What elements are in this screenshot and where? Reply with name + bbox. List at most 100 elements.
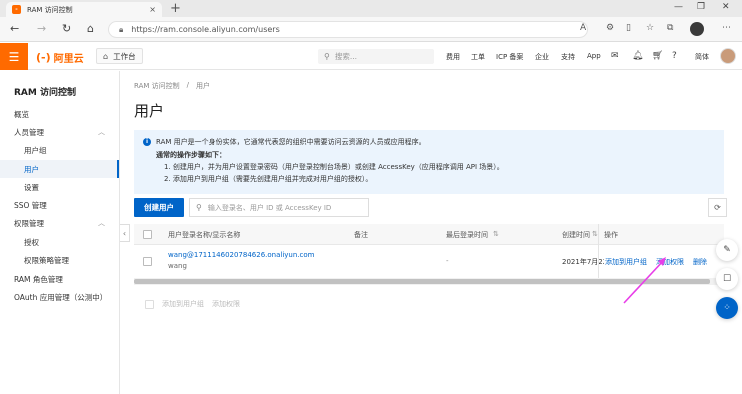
help-icon[interactable]: ? (672, 51, 677, 61)
fixed-column-divider (598, 224, 599, 279)
last-login-value: - (446, 257, 449, 265)
browser-profile-avatar[interactable] (690, 22, 704, 36)
page-title: 用户 (134, 102, 165, 120)
select-all-checkbox[interactable] (143, 230, 152, 239)
row-checkbox[interactable] (143, 257, 152, 266)
add-permission-link[interactable]: 添加权限 (656, 257, 684, 267)
home-icon[interactable]: ⌂ (87, 22, 94, 35)
lock-icon[interactable]: 🔒︎ (119, 25, 123, 35)
user-avatar[interactable] (720, 48, 736, 64)
sidebar: RAM 访问控制 概览 人员管理 ︿ 用户组 用户 设置 SSO 管理 权限管理 ︿… (0, 71, 120, 394)
sidebar-item-groups[interactable]: 用户组 (0, 141, 119, 159)
nav-icp[interactable]: ICP 备案 (496, 52, 523, 62)
logo-mark: (-) (36, 51, 51, 64)
nav-support[interactable]: 支持 (561, 52, 575, 62)
url-text: https://ram.console.aliyun.com/users (131, 25, 280, 34)
back-icon[interactable]: ← (10, 22, 19, 35)
browser-tab[interactable]: - RAM 访问控制 × (6, 2, 162, 17)
breadcrumb-ram[interactable]: RAM 访问控制 (134, 81, 180, 91)
batch-add-to-group[interactable]: 添加到用户组 (162, 299, 204, 309)
close-tab-icon[interactable]: × (149, 5, 156, 14)
aliyun-favicon-icon: - (12, 5, 21, 14)
aliyun-logo[interactable]: (-) 阿里云 (36, 50, 84, 65)
add-to-group-link[interactable]: 添加到用户组 (604, 257, 647, 267)
menu-icon[interactable]: ☰ (0, 43, 28, 70)
nav-fees[interactable]: 费用 (446, 52, 460, 62)
horizontal-scrollbar[interactable] (134, 278, 724, 285)
cart-icon[interactable]: 🛒︎ (652, 51, 663, 61)
chat-icon[interactable]: ☐ (716, 268, 738, 290)
notice-step-1: 1. 创建用户，并为用户设置登录密码（用户登录控制台场景）或创建 AccessK… (164, 163, 504, 171)
chevron-up-icon: ︿ (98, 219, 105, 227)
tab-title: RAM 访问控制 (27, 5, 73, 14)
refresh-button[interactable]: ⟳ (708, 198, 727, 217)
filter-placeholder: 输入登录名、用户 ID 或 AccessKey ID (207, 203, 332, 212)
url-field[interactable]: 🔒︎ https://ram.console.aliyun.com/users (108, 21, 588, 38)
home-icon: ⌂ (103, 51, 109, 61)
search-icon: ⚲ (324, 52, 330, 61)
sidebar-item-label: 权限管理 (14, 218, 44, 228)
notice-heading: 通常的操作步骤如下： (156, 151, 226, 159)
scrollbar-thumb[interactable] (134, 279, 710, 284)
nav-app[interactable]: App (587, 52, 601, 60)
sidebar-item-label: 用户组 (24, 145, 47, 155)
chevron-up-icon: ︿ (98, 128, 105, 136)
sidebar-item-label: 用户 (24, 164, 39, 174)
language-switch[interactable]: 简体 (695, 52, 709, 62)
workbench-button[interactable]: ⌂ 工作台 (96, 48, 143, 64)
sidebar-item-overview[interactable]: 概览 (0, 105, 119, 123)
reload-icon[interactable]: ↻ (62, 22, 71, 35)
edit-feedback-icon[interactable]: ✎ (716, 239, 738, 261)
sidebar-item-sso[interactable]: SSO 管理 (0, 196, 119, 214)
search-icon: ⚲ (196, 203, 202, 212)
batch-add-permission[interactable]: 添加权限 (212, 299, 240, 309)
message-icon[interactable]: ✉ (611, 51, 619, 61)
header-created[interactable]: 创建时间 (562, 230, 590, 240)
users-table: 用户登录名称/显示名称 备注 最后登录时间 ⇅ 创建时间 ⇅ 操作 wang@1… (134, 224, 724, 279)
sort-icon[interactable]: ⇅ (592, 230, 598, 238)
sidebar-item-grants[interactable]: 授权 (0, 233, 119, 251)
user-filter-input[interactable]: ⚲ 输入登录名、用户 ID 或 AccessKey ID (189, 198, 369, 217)
browser-tab-strip: - RAM 访问控制 × + — ❐ ✕ (0, 0, 742, 17)
more-icon[interactable]: ⋯ (722, 23, 731, 33)
breadcrumb-separator: / (186, 81, 189, 89)
batch-select-checkbox[interactable] (145, 299, 154, 309)
nav-tickets[interactable]: 工单 (471, 52, 485, 62)
sort-icon[interactable]: ⇅ (493, 230, 499, 238)
sidebar-item-label: 人员管理 (14, 127, 44, 137)
address-bar: ← → ↻ ⌂ 🔒︎ https://ram.console.aliyun.co… (0, 17, 742, 42)
close-window-icon[interactable]: ✕ (722, 2, 730, 12)
sidebar-item-identity[interactable]: 人员管理 ︿ (0, 123, 119, 141)
extension-icon[interactable]: ⚙ (606, 23, 614, 33)
workbench-label: 工作台 (113, 51, 136, 61)
sidebar-item-permissions[interactable]: 权限管理 ︿ (0, 214, 119, 232)
favorites-icon[interactable]: ☆ (646, 23, 654, 33)
read-aloud-icon[interactable]: A (580, 23, 586, 33)
sidebar-item-label: 概览 (14, 109, 29, 119)
sidebar-item-users[interactable]: 用户 (0, 160, 119, 178)
table-toolbar: 创建用户 ⚲ 输入登录名、用户 ID 或 AccessKey ID ⟳ (134, 198, 727, 218)
console-search-input[interactable]: ⚲ 搜索... (318, 49, 434, 64)
info-notice: i RAM 用户是一个身份实体，它通常代表您的组织中需要访问云资源的人员或应用程… (134, 130, 724, 194)
created-value: 2021年7月22 (562, 258, 608, 266)
forward-icon[interactable]: → (37, 22, 46, 35)
header-last-login[interactable]: 最后登录时间 (446, 230, 488, 240)
user-login-link[interactable]: wang@1711146020784626.onaliyun.com (168, 251, 314, 259)
create-user-button[interactable]: 创建用户 (134, 198, 184, 217)
search-placeholder: 搜索... (334, 52, 358, 61)
sidebar-item-roles[interactable]: RAM 角色管理 (0, 270, 119, 288)
bell-icon[interactable]: 🔔︎ (632, 51, 643, 61)
nav-enterprise[interactable]: 企业 (535, 52, 549, 62)
delete-link[interactable]: 删除 (693, 257, 707, 267)
sidebar-item-oauth[interactable]: OAuth 应用管理（公测中） (0, 288, 119, 306)
breadcrumb: RAM 访问控制 / 用户 (134, 81, 210, 91)
collections-icon[interactable]: ⧉ (667, 23, 673, 33)
apps-grid-icon[interactable]: ⁘ (716, 297, 738, 319)
split-screen-icon[interactable]: ▯ (626, 23, 631, 33)
sidebar-item-settings[interactable]: 设置 (0, 178, 119, 196)
new-tab-button[interactable]: + (170, 1, 181, 16)
sidebar-item-policies[interactable]: 权限策略管理 (0, 251, 119, 269)
main-content: RAM 访问控制 / 用户 用户 i RAM 用户是一个身份实体，它通常代表您的… (121, 71, 742, 394)
restore-icon[interactable]: ❐ (697, 2, 705, 12)
minimize-icon[interactable]: — (674, 2, 683, 12)
